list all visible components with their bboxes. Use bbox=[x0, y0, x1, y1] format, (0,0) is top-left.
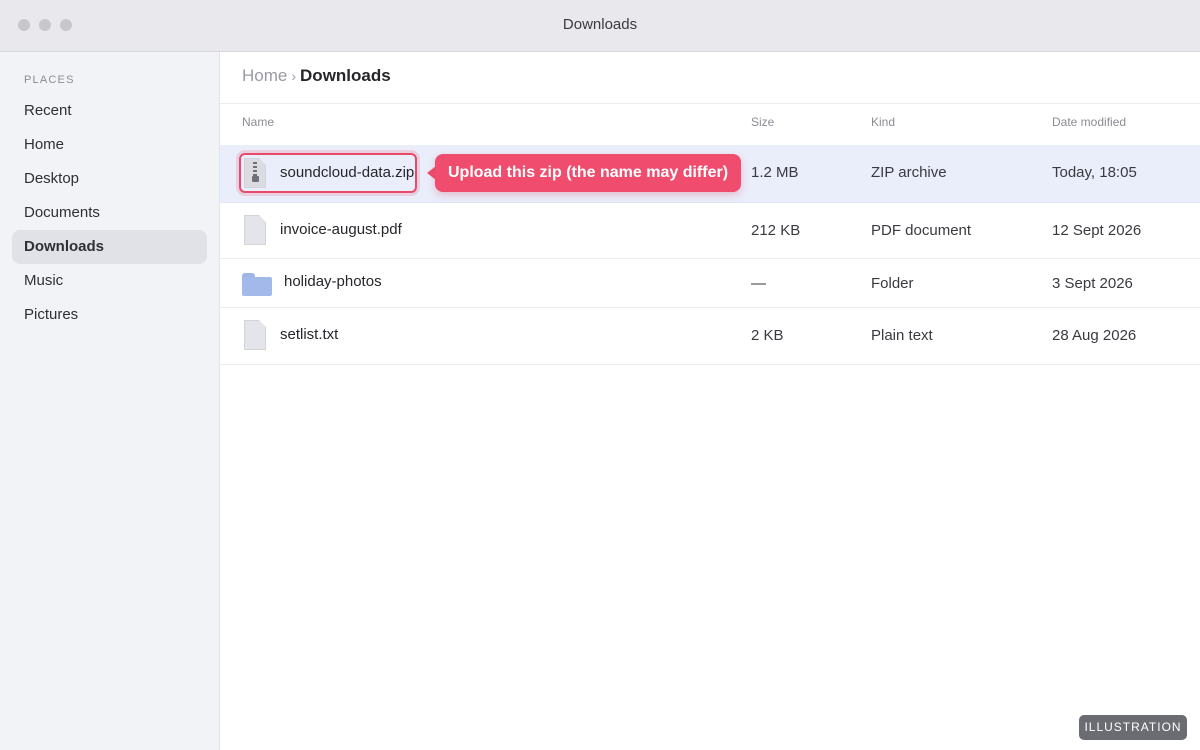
breadcrumb-separator: › bbox=[291, 68, 297, 84]
folder-icon bbox=[242, 273, 272, 296]
sidebar-item-desktop[interactable]: Desktop bbox=[12, 162, 207, 196]
file-size: 1.2 MB bbox=[751, 164, 799, 181]
file-name: holiday-photos bbox=[284, 273, 382, 290]
file-name: invoice-august.pdf bbox=[280, 221, 402, 238]
file-row-holiday-photos[interactable]: holiday-photos — Folder 3 Sept 2026 bbox=[220, 259, 1200, 308]
file-size: 212 KB bbox=[751, 222, 801, 239]
target-file-highlight bbox=[239, 153, 417, 193]
sidebar-item-recent[interactable]: Recent bbox=[12, 94, 207, 128]
file-size: — bbox=[751, 275, 766, 292]
document-file-icon bbox=[244, 320, 266, 350]
sidebar-item-music[interactable]: Music bbox=[12, 264, 207, 298]
instruction-callout: Upload this zip (the name may differ) bbox=[435, 154, 741, 192]
file-browser-main: Home › Downloads Name Size Kind Date mod… bbox=[220, 52, 1200, 750]
breadcrumb: Home › Downloads bbox=[242, 66, 391, 90]
sidebar-item-documents[interactable]: Documents bbox=[12, 196, 207, 230]
places-heading: PLACES bbox=[24, 74, 75, 86]
file-date: 28 Aug 2026 bbox=[1052, 327, 1137, 344]
file-kind: Folder bbox=[871, 275, 914, 292]
file-date: 12 Sept 2026 bbox=[1052, 222, 1142, 239]
file-row-invoice-august[interactable]: invoice-august.pdf 212 KB PDF document 1… bbox=[220, 203, 1200, 259]
column-header-date[interactable]: Date modified bbox=[1052, 115, 1126, 129]
document-file-icon bbox=[244, 215, 266, 245]
title-bar: Downloads bbox=[0, 0, 1200, 52]
sidebar-item-home[interactable]: Home bbox=[12, 128, 207, 162]
column-header-size[interactable]: Size bbox=[751, 115, 774, 129]
window-title: Downloads bbox=[562, 16, 638, 33]
breadcrumb-home-link[interactable]: Home bbox=[242, 66, 287, 86]
file-size: 2 KB bbox=[751, 327, 784, 344]
file-name: setlist.txt bbox=[280, 326, 339, 343]
file-kind: Plain text bbox=[871, 327, 933, 344]
column-header-kind[interactable]: Kind bbox=[871, 115, 895, 129]
file-kind: PDF document bbox=[871, 222, 972, 239]
column-header-name[interactable]: Name bbox=[242, 115, 274, 129]
file-date: Today, 18:05 bbox=[1052, 164, 1137, 181]
file-kind: ZIP archive bbox=[871, 164, 947, 181]
file-date: 3 Sept 2026 bbox=[1052, 275, 1133, 292]
illustration-badge: ILLUSTRATION bbox=[1079, 715, 1187, 740]
breadcrumb-current: Downloads bbox=[300, 66, 391, 85]
file-row-setlist[interactable]: setlist.txt 2 KB Plain text 28 Aug 2026 bbox=[220, 308, 1200, 365]
sidebar-item-downloads[interactable]: Downloads bbox=[12, 230, 207, 264]
header-divider bbox=[220, 103, 1200, 104]
sidebar-item-pictures[interactable]: Pictures bbox=[12, 298, 207, 332]
sidebar: PLACES Recent Home Desktop Documents Dow… bbox=[0, 52, 220, 750]
